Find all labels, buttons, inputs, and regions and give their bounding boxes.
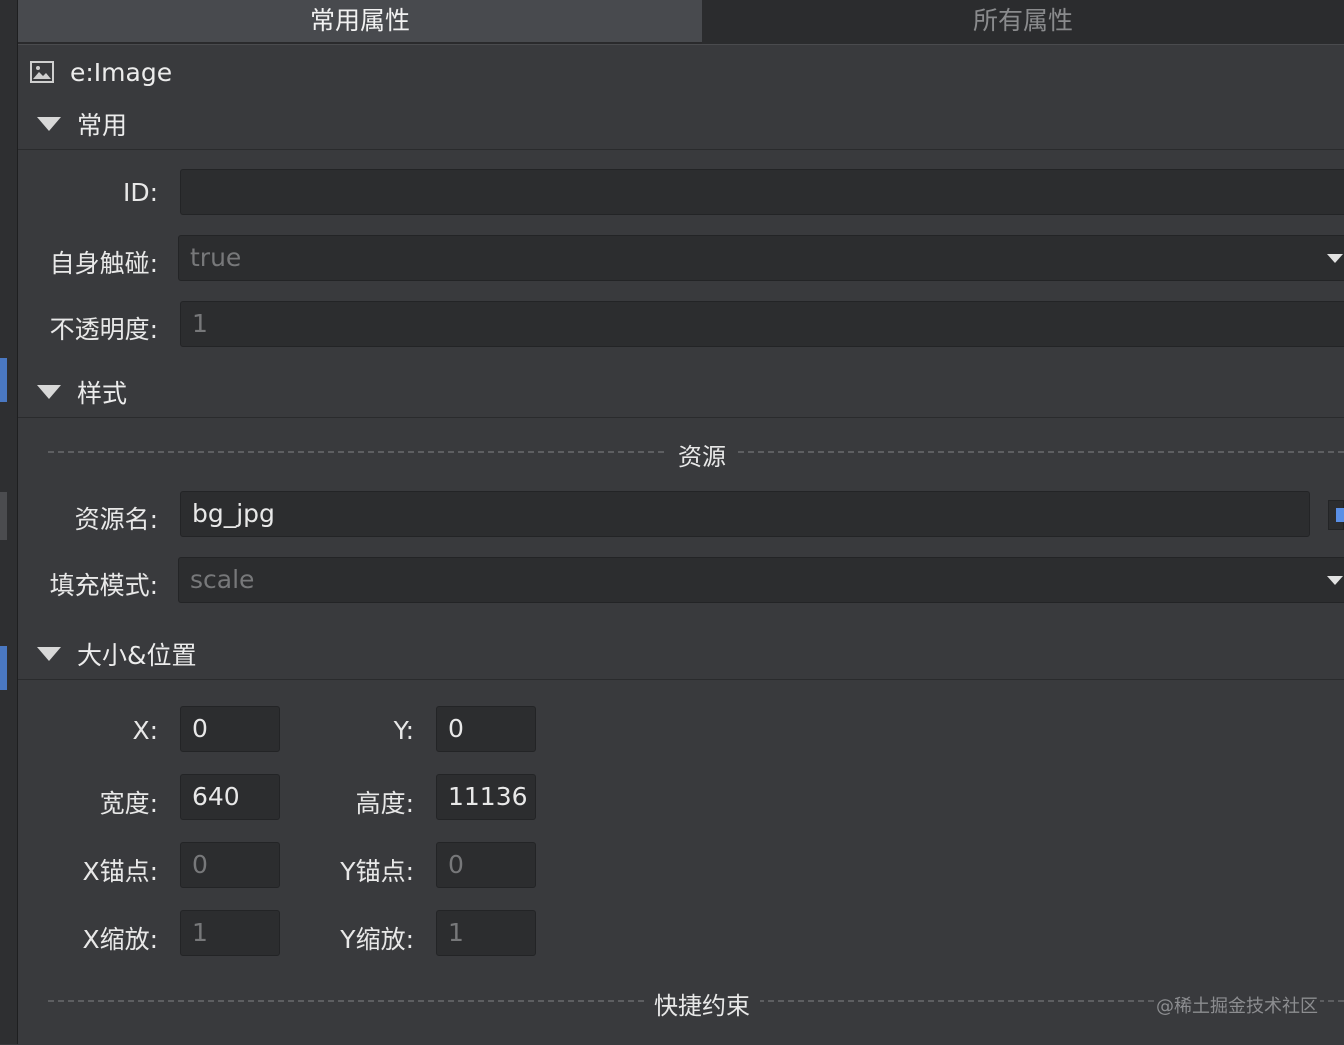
- scale-x-input[interactable]: 1: [180, 910, 280, 956]
- section-style[interactable]: 样式: [18, 366, 1344, 418]
- id-input[interactable]: [180, 169, 1344, 215]
- height-label: 高度:: [355, 789, 414, 818]
- picker-icon: [1336, 508, 1344, 522]
- alpha-input[interactable]: 1: [180, 301, 1344, 347]
- component-header: e:Image: [30, 56, 172, 88]
- section-title: 常用: [77, 110, 128, 140]
- height-input[interactable]: 11136: [436, 774, 536, 820]
- tab-common-properties[interactable]: 常用属性: [18, 0, 702, 44]
- tab-all-properties[interactable]: 所有属性: [702, 0, 1344, 44]
- left-panel-selection-marker: [0, 358, 7, 402]
- section-title: 大小&位置: [77, 640, 197, 670]
- collapse-triangle-icon[interactable]: [37, 384, 61, 399]
- scale-y-input[interactable]: 1: [436, 910, 536, 956]
- touch-enabled-label: 自身触碰:: [49, 249, 158, 278]
- width-input[interactable]: 640: [180, 774, 280, 820]
- left-panel-item: [0, 492, 7, 540]
- scale-x-label: X缩放:: [82, 925, 158, 954]
- fill-mode-value: scale: [190, 565, 255, 594]
- source-label: 资源名:: [74, 505, 158, 534]
- source-input[interactable]: bg_jpg: [180, 491, 1310, 537]
- component-type-title: e:Image: [70, 57, 173, 87]
- y-input[interactable]: 0: [436, 706, 536, 752]
- anchor-y-input[interactable]: 0: [436, 842, 536, 888]
- x-label: X:: [132, 716, 158, 745]
- alpha-label: 不透明度:: [49, 315, 158, 344]
- divider-label: 快捷约束: [644, 986, 760, 1021]
- left-panel-selection-marker: [0, 646, 7, 690]
- left-panel-edge: [0, 0, 18, 1044]
- dropdown-arrow-icon[interactable]: [1327, 576, 1343, 585]
- fill-mode-label: 填充模式:: [49, 571, 158, 600]
- resource-divider: 资源: [48, 437, 1344, 472]
- touch-enabled-select[interactable]: true: [178, 235, 1344, 281]
- x-input[interactable]: 0: [180, 706, 280, 752]
- collapse-triangle-icon[interactable]: [37, 646, 61, 661]
- width-label: 宽度:: [99, 789, 158, 818]
- anchor-x-label: X锚点:: [82, 857, 158, 886]
- anchor-y-label: Y锚点:: [340, 857, 414, 886]
- id-label: ID:: [122, 178, 158, 207]
- anchor-x-input[interactable]: 0: [180, 842, 280, 888]
- section-common[interactable]: 常用: [18, 98, 1344, 150]
- watermark: @稀土掘金技术社区: [1154, 992, 1320, 1018]
- constraints-divider: 快捷约束: [48, 986, 1344, 1021]
- touch-enabled-value: true: [190, 243, 242, 272]
- section-title: 样式: [77, 378, 128, 408]
- property-tab-bar: 常用属性 所有属性: [18, 0, 1344, 44]
- divider-label: 资源: [668, 437, 736, 472]
- collapse-triangle-icon[interactable]: [37, 116, 61, 131]
- image-icon: [30, 61, 54, 83]
- y-label: Y:: [393, 716, 414, 745]
- dropdown-arrow-icon[interactable]: [1327, 254, 1343, 263]
- section-size-position[interactable]: 大小&位置: [18, 628, 1344, 680]
- source-picker-button[interactable]: [1328, 500, 1344, 530]
- scale-y-label: Y缩放:: [340, 925, 414, 954]
- fill-mode-select[interactable]: scale: [178, 557, 1344, 603]
